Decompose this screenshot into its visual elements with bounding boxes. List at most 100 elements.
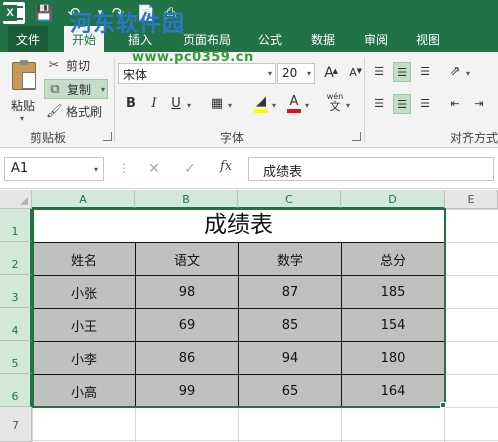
font-name-select[interactable]: 宋体 ▾ [118,63,276,84]
clipboard-launcher-icon[interactable] [103,132,112,141]
align-top-icon[interactable]: ☰ [370,62,388,82]
score-table: 姓名 语文 数学 总分 小张 98 87 185 小王 69 85 154 小李… [32,242,445,408]
clipboard-group-label: 剪贴板 [30,131,67,145]
table-cell[interactable]: 小李 [32,341,136,375]
insert-function-icon[interactable]: fx [220,159,232,174]
orientation-icon[interactable]: ⇗ [446,62,464,82]
tab-view[interactable]: 视图 [416,31,440,48]
paste-dropdown-icon[interactable]: ▾ [20,114,24,123]
table-cell[interactable]: 小王 [32,308,136,342]
align-middle-icon[interactable]: ☰ [393,62,411,82]
row-header-7[interactable]: 7 [0,407,32,442]
phonetic-button[interactable]: wén 文 [326,92,344,112]
table-cell[interactable]: 69 [135,308,239,342]
column-header-d[interactable]: D [341,190,445,209]
row-header-6[interactable]: 6 [0,374,32,407]
font-launcher-icon[interactable] [352,132,361,141]
table-cell[interactable]: 164 [341,374,445,408]
table-cell[interactable]: 154 [341,308,445,342]
format-painter-label: 格式刷 [66,105,103,119]
drag-handle-icon[interactable]: ⋮ [118,161,130,175]
title-cell-a1[interactable]: 成绩表 [32,209,445,242]
cancel-icon[interactable]: ✕ [145,159,163,179]
table-row: 小高 99 65 164 [32,374,445,408]
header-cell-total[interactable]: 总分 [341,242,445,276]
column-header-a[interactable]: A [32,190,135,209]
orientation-dropdown-icon[interactable]: ▾ [466,69,470,78]
group-divider [114,58,115,142]
table-cell[interactable]: 85 [238,308,342,342]
copy-dropdown-icon[interactable]: ▾ [101,80,105,100]
font-group-label: 字体 [220,131,245,145]
name-box[interactable]: A1 ▾ [4,157,104,181]
increase-indent-icon[interactable]: ⇥ [470,94,488,114]
table-cell[interactable]: 小高 [32,374,136,408]
font-size-select[interactable]: 20 ▾ [277,63,315,84]
excel-app-icon[interactable]: X [3,2,25,24]
table-cell[interactable]: 180 [341,341,445,375]
formula-input[interactable]: 成绩表 [248,157,494,181]
watermark-logo: 河东软件园 [70,12,186,37]
column-header-e[interactable]: E [445,190,498,209]
select-all-button[interactable] [0,190,32,209]
align-left-icon[interactable]: ☰ [370,94,388,114]
worksheet: A B C D E 1 2 3 4 5 6 7 成绩表 姓名 语文 数学 总分 … [0,190,498,442]
font-name-value: 宋体 [123,68,148,82]
table-cell[interactable]: 94 [238,341,342,375]
tab-review[interactable]: 审阅 [364,31,388,48]
underline-dropdown-icon[interactable]: ▾ [187,101,191,110]
column-header-c[interactable]: C [238,190,341,209]
row-header-2[interactable]: 2 [0,242,32,275]
font-size-value: 20 [282,66,298,80]
tab-data[interactable]: 数据 [311,31,335,48]
table-cell[interactable]: 小张 [32,275,136,309]
paste-button[interactable]: 粘贴 ▾ [8,60,40,123]
row-header-5[interactable]: 5 [0,341,32,374]
table-cell[interactable]: 87 [238,275,342,309]
save-icon[interactable]: 💾 [34,3,54,23]
header-cell-chinese[interactable]: 语文 [135,242,239,276]
italic-button[interactable]: I [145,94,163,114]
font-color-dropdown-icon[interactable]: ▾ [305,101,309,110]
table-cell[interactable]: 99 [135,374,239,408]
font-color-button[interactable]: A [285,92,303,114]
decrease-indent-icon[interactable]: ⇤ [446,94,464,114]
table-cell[interactable]: 98 [135,275,239,309]
align-center-icon[interactable]: ☰ [393,94,411,114]
ribbon-home: 粘贴 ▾ ✂ 剪切 ⧉ 复制 ▾ 🖌 格式刷 剪贴板 宋体 ▾ 20 ▾ A ▲ … [0,52,498,148]
font-color-icon: A [289,94,299,109]
chevron-down-icon: ▾ [93,165,98,174]
tab-page-layout[interactable]: 页面布局 [183,31,231,48]
header-cell-name[interactable]: 姓名 [32,242,136,276]
format-painter-button[interactable]: 🖌 格式刷 [44,102,102,122]
shrink-font-button[interactable]: A ▼ [344,63,362,83]
tab-formulas[interactable]: 公式 [258,31,282,48]
table-row: 小张 98 87 185 [32,275,445,309]
borders-icon[interactable]: ▦ [208,94,226,114]
align-right-icon[interactable]: ☰ [416,94,434,114]
underline-button[interactable]: U [167,94,185,114]
bold-button[interactable]: B [122,94,140,114]
tab-file[interactable]: 文件 [8,26,49,52]
row-header-3[interactable]: 3 [0,275,32,308]
borders-dropdown-icon[interactable]: ▾ [228,101,232,110]
fill-handle[interactable] [440,402,446,408]
header-cell-math[interactable]: 数学 [238,242,342,276]
copy-button[interactable]: ⧉ 复制 ▾ [44,79,108,99]
fill-color-dropdown-icon[interactable]: ▾ [272,101,276,110]
align-bottom-icon[interactable]: ☰ [416,62,434,82]
table-cell[interactable]: 185 [341,275,445,309]
column-header-b[interactable]: B [135,190,238,209]
name-box-value: A1 [11,161,29,176]
fill-color-button[interactable]: ◢ [252,92,270,114]
table-cell[interactable]: 65 [238,374,342,408]
cut-button[interactable]: ✂ 剪切 [44,56,90,76]
enter-icon[interactable]: ✓ [181,159,199,179]
fill-color-swatch [254,109,268,113]
grow-font-button[interactable]: A ▲ [320,63,338,83]
copy-label: 复制 [67,83,92,97]
row-header-4[interactable]: 4 [0,308,32,341]
table-cell[interactable]: 86 [135,341,239,375]
phonetic-dropdown-icon[interactable]: ▾ [346,101,350,110]
row-header-1[interactable]: 1 [0,209,32,242]
